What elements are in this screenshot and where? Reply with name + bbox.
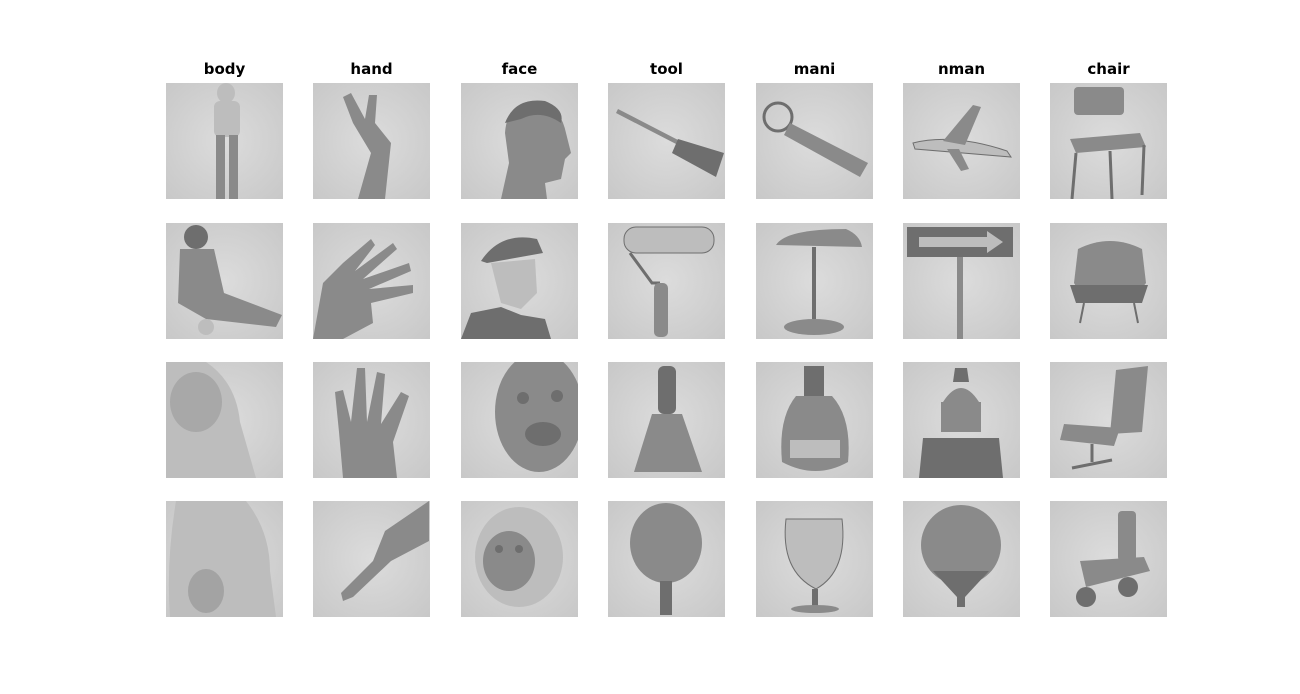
man-in-flat-cap-image — [461, 223, 578, 339]
man-profile-face-image — [461, 83, 578, 199]
office-lounge-chair-image — [1050, 362, 1167, 478]
column-title-tool: tool — [650, 60, 683, 78]
column-title-nman: nman — [937, 60, 986, 78]
liqueur-bottle-image — [756, 362, 873, 478]
stimulus-grid-figure: body hand face tool mani nman chair — [0, 0, 1300, 694]
column-title-hand: hand — [350, 60, 393, 78]
monkey-body-image — [166, 362, 283, 478]
armchair-image — [1050, 223, 1167, 339]
column-title-chair: chair — [1087, 60, 1130, 78]
arrow-road-sign-image — [903, 223, 1020, 339]
wooden-chair-image — [1050, 501, 1167, 617]
airplane-image — [903, 83, 1020, 199]
human-hand-gesture-image — [313, 83, 430, 199]
macaque-face-image — [461, 501, 578, 617]
wooden-spatula-image — [608, 83, 725, 199]
monkey-torso-image — [166, 501, 283, 617]
table-tennis-paddle-image — [608, 501, 725, 617]
church-tower-image — [903, 362, 1020, 478]
column-title-mani: mani — [793, 60, 836, 78]
chair-with-handle-image — [1050, 83, 1167, 199]
column-title-body: body — [203, 60, 246, 78]
monkey-paw-image — [313, 501, 430, 617]
keychain-image — [756, 83, 873, 199]
sitting-woman-image — [166, 223, 283, 339]
hot-air-balloon-image — [903, 501, 1020, 617]
desk-lamp-image — [756, 223, 873, 339]
wine-glass-image — [756, 501, 873, 617]
column-title-face: face — [501, 60, 538, 78]
open-human-hand-image — [313, 223, 430, 339]
paint-roller-image — [608, 223, 725, 339]
monkey-face-closeup-image — [461, 362, 578, 478]
putty-knife-image — [608, 362, 725, 478]
standing-person-image — [166, 83, 283, 199]
monkey-hand-image — [313, 362, 430, 478]
